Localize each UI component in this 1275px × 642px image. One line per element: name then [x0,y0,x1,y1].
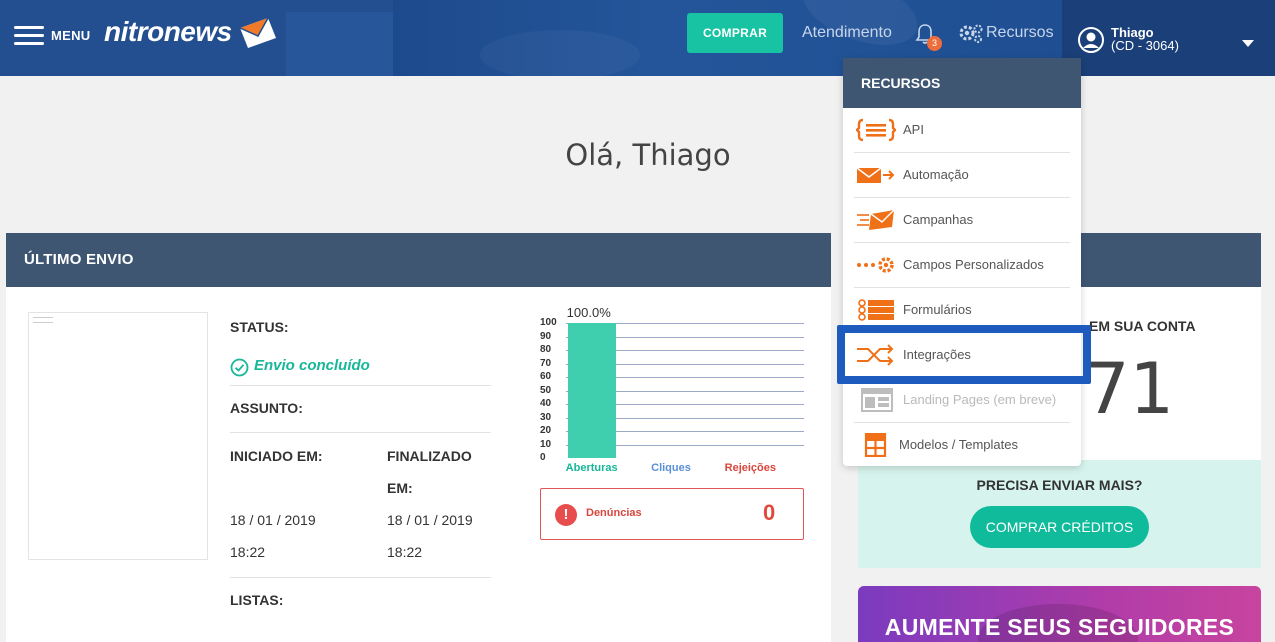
divider [230,385,491,386]
buy-button[interactable]: COMPRAR [687,13,783,53]
user-avatar-icon[interactable] [1078,27,1104,53]
menu-item-label: Modelos / Templates [899,437,1018,452]
status-label: STATUS: [230,319,289,335]
y-tick-label: 30 [540,411,552,423]
menu-item-automacao[interactable]: Automação [854,153,1070,198]
x-category-label: Aberturas [565,462,618,474]
menu-item-landing-pages[interactable]: Landing Pages (em breve) [854,378,1070,423]
finished-time: 18:22 [387,544,423,560]
divider [230,432,491,433]
header-decoration [286,12,393,76]
support-link[interactable]: Atendimento [802,24,892,42]
gears-icon[interactable] [958,22,984,44]
last-send-title: ÚLTIMO ENVIO [6,233,831,287]
y-tick-label: 10 [540,438,552,450]
menu-item-campos-personalizados[interactable]: Campos Personalizados [854,243,1070,288]
send-stats-chart: 100 90 80 70 60 50 40 30 20 10 0 100.0% Aberturas Cli… [534,305,814,485]
need-more-box: PRECISA ENVIAR MAIS? COMPRAR CRÉDITOS [858,460,1261,568]
user-code[interactable]: (CD - 3064) [1111,39,1179,52]
chevron-down-icon[interactable] [1242,40,1254,47]
finished-label: FINALIZADO [387,448,472,464]
api-braces-icon [856,118,896,142]
resources-dropdown-title: RECURSOS [843,58,1081,108]
bar-aberturas[interactable] [567,323,616,458]
x-category-label: Cliques [651,462,691,474]
resources-dropdown: RECURSOS API Automação Campanhas Campos … [843,58,1081,466]
menu-item-label: API [903,122,924,137]
promo-text: AUMENTE SEUS SEGUIDORES [884,614,1235,640]
started-label: INICIADO EM: [230,448,323,464]
y-tick-label: 80 [540,344,552,355]
contacts-card-header [1075,233,1261,287]
hamburger-menu-icon[interactable] [14,26,44,46]
promo-banner[interactable]: AUMENTE SEUS SEGUIDORES [858,586,1261,642]
finished-label-em: EM: [387,480,413,496]
divider [230,577,491,578]
y-tick-label: 0 [540,452,546,463]
alert-icon: ! [555,504,577,526]
complaints-box: ! Denúncias 0 [540,488,804,540]
started-time: 18:22 [230,544,266,560]
menu-item-label: Campanhas [903,212,974,227]
y-tick-label: 70 [540,357,552,369]
lists-label: LISTAS: [230,592,284,608]
y-tick-label: 60 [540,371,552,382]
last-send-card: ÚLTIMO ENVIO STATUS: Envio concluído ASS… [6,233,831,642]
y-tick-label: 50 [540,384,552,396]
finished-date: 18 / 01 / 2019 [387,512,473,528]
contacts-label: EM SUA CONTA [1089,318,1196,334]
complaints-value: 0 [763,500,776,525]
automation-envelope-icon [856,167,895,183]
check-circle-icon [230,358,249,377]
subject-label: ASSUNTO: [230,400,303,416]
menu-item-label: Automação [903,167,969,182]
status-value: Envio concluído [254,357,370,374]
integrations-highlight [837,325,1091,384]
complaints-label: Denúncias [586,507,642,519]
notification-badge: 3 [927,36,942,51]
forms-icon [858,299,894,321]
nitronews-logo[interactable]: nitronews [104,16,232,48]
menu-label[interactable]: MENU [51,28,90,43]
templates-icon [864,433,887,457]
y-tick-label: 20 [540,425,552,436]
menu-item-api[interactable]: API [854,108,1070,153]
custom-fields-gear-icon [857,257,894,273]
need-more-title: PRECISA ENVIAR MAIS? [976,477,1143,493]
header-decoration [480,30,640,76]
y-tick-label: 100 [540,317,557,328]
landing-page-icon [861,388,893,412]
logo-envelope-icon [239,17,276,48]
campaign-envelope-icon [857,209,895,230]
y-tick-label: 90 [540,330,552,342]
email-thumbnail[interactable] [28,312,208,560]
resources-link[interactable]: Recursos [986,24,1054,42]
greeting-title: Olá, Thiago [565,138,731,172]
menu-item-label: Campos Personalizados [903,257,1044,272]
buy-credits-button[interactable]: COMPRAR CRÉDITOS [970,506,1149,548]
top-bar: MENU nitronews COMPRAR Atendimento 3 Rec… [0,0,1275,76]
y-tick-label: 40 [540,398,552,409]
contacts-count: 71 [1085,348,1175,430]
x-category-label: Rejeições [724,462,777,474]
menu-item-templates[interactable]: Modelos / Templates [854,423,1070,468]
bar-data-label: 100.0% [566,305,611,320]
menu-item-campanhas[interactable]: Campanhas [854,198,1070,243]
menu-item-label: Landing Pages (em breve) [903,392,1057,407]
started-date: 18 / 01 / 2019 [230,512,316,528]
menu-item-label: Formulários [903,302,972,317]
